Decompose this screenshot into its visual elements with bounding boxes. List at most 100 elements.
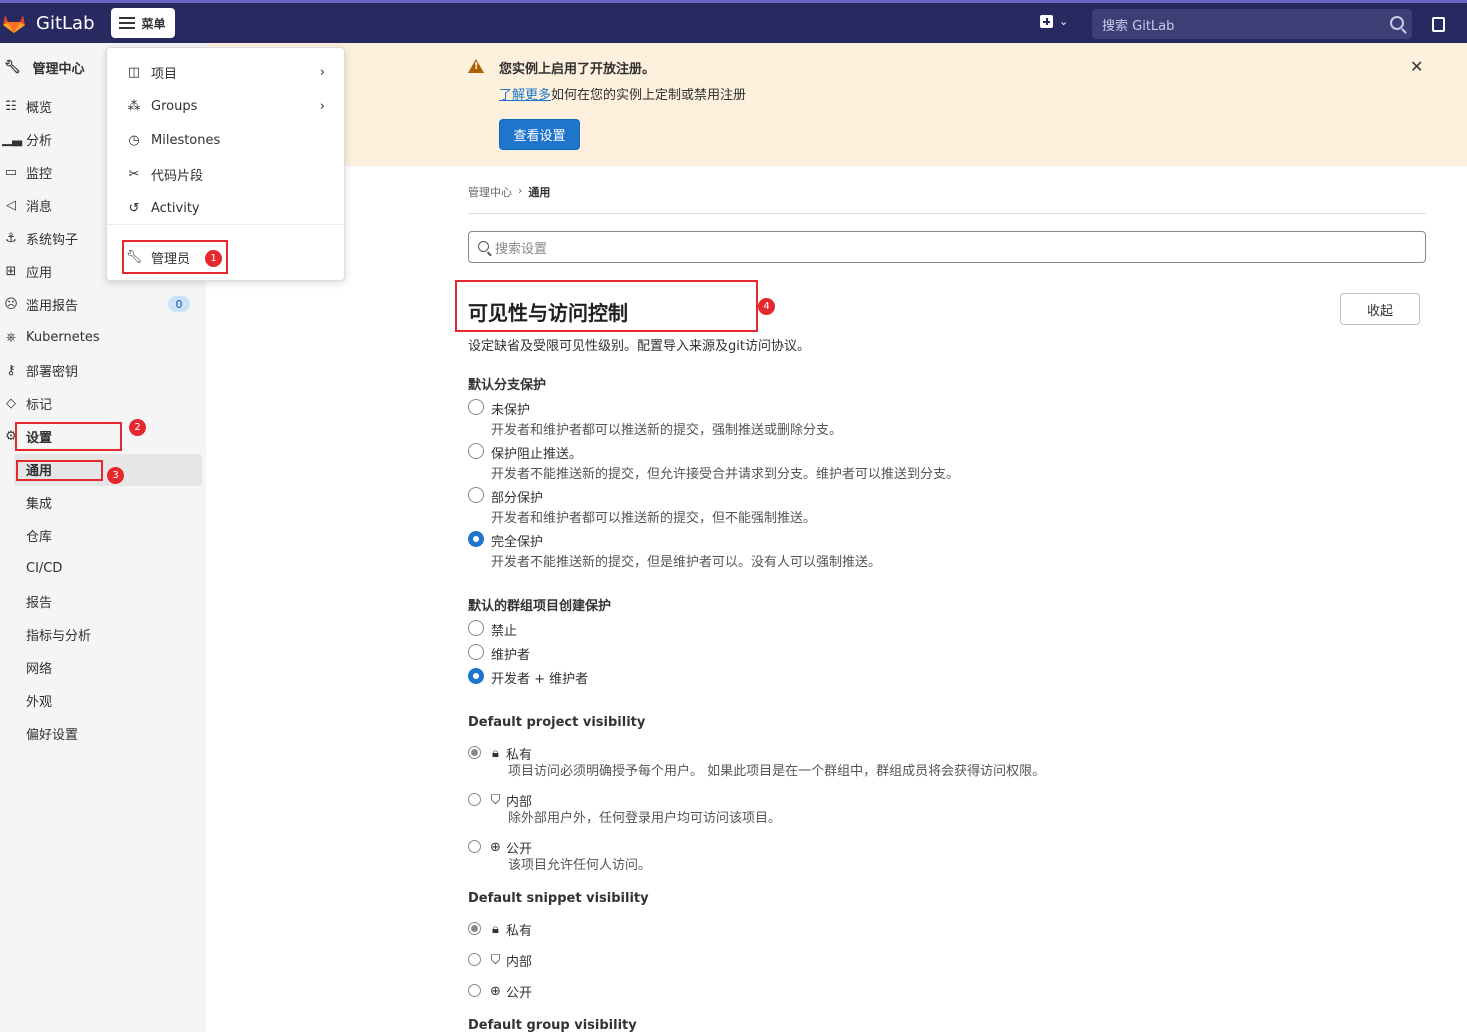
open-registration-alert: 您实例上启用了开放注册。 了解更多如何在您的实例上定制或禁用注册 查看设置 ✕ — [206, 43, 1467, 166]
option-help: 项目访问必须明确授予每个用户。 如果此项目是在一个群组中，群组成员将会获得访问权… — [508, 764, 1046, 779]
warning-icon — [468, 59, 484, 73]
option-text: 私有 — [506, 924, 533, 939]
sidebar-subitem-metrics[interactable]: 指标与分析 — [26, 620, 91, 648]
section-description: 设定缺省及受限可见性级别。配置导入来源及git访问协议。 — [468, 339, 810, 354]
monitor-icon: ▭ — [4, 164, 18, 180]
option-help: 除外部用户外，任何登录用户均可访问该项目。 — [508, 811, 782, 826]
option-label: 维护者 — [491, 648, 531, 663]
option-label: 完全保护 — [491, 535, 544, 550]
sidebar-subitem-network[interactable]: 网络 — [26, 653, 52, 681]
abuse-icon: ☹ — [4, 296, 18, 312]
sidebar-item-label: 应用 — [26, 265, 53, 281]
sidebar-item-deploy-keys[interactable]: ⚷ 部署密钥 — [0, 356, 206, 384]
chevron-down-icon: ⌄ — [1059, 15, 1069, 28]
top-navbar: GitLab 菜单 ⌄ 搜索 GitLab — [0, 0, 1467, 43]
lock-icon: 🔒︎ — [492, 922, 499, 937]
sidebar-item-label: 监控 — [26, 166, 53, 182]
annotation-box — [16, 460, 103, 481]
option-label: 禁止 — [491, 624, 518, 639]
radio-project-public[interactable] — [468, 840, 481, 853]
option-label: 未保护 — [491, 403, 531, 418]
option-label: 部分保护 — [491, 491, 544, 506]
annotation-box — [15, 422, 122, 451]
scissors-icon: ✂︎ — [128, 166, 140, 182]
overview-icon: ☷ — [5, 98, 17, 114]
chevron-right-icon: › — [319, 64, 325, 80]
view-settings-button[interactable]: 查看设置 — [499, 119, 580, 150]
radio-maintainers[interactable] — [468, 644, 484, 660]
app-name: GitLab — [36, 12, 95, 34]
collapse-button[interactable]: 收起 — [1340, 293, 1420, 325]
sidebar-item-label: 概览 — [26, 100, 53, 116]
chart-icon: ▁▃ — [2, 131, 22, 147]
global-search-input[interactable]: 搜索 GitLab — [1092, 9, 1412, 39]
group-icon: ⁂ — [127, 98, 141, 114]
radio-snippet-internal[interactable] — [468, 953, 481, 966]
search-settings-placeholder: 搜索设置 — [495, 241, 548, 257]
shield-icon: ⛉ — [490, 793, 501, 808]
history-icon: ↺ — [128, 200, 140, 216]
new-dropdown-button[interactable]: ⌄ — [1040, 15, 1068, 28]
branch-protection-label: 默认分支保护 — [468, 378, 547, 393]
option-label: ⊕ 公开 — [488, 982, 532, 1001]
tanuki-icon — [3, 15, 25, 33]
annotation-box — [455, 280, 758, 332]
gitlab-logo[interactable]: GitLab — [2, 12, 95, 34]
close-icon[interactable]: ✕ — [1410, 57, 1423, 76]
hook-icon: ⚓︎ — [5, 230, 17, 246]
menu-divider — [107, 224, 344, 225]
option-text: 公开 — [506, 986, 533, 1001]
key-icon: ⚷ — [6, 362, 16, 378]
sidebar-subitem-repository[interactable]: 仓库 — [26, 521, 52, 549]
menu-item-snippets[interactable]: ✂︎ 代码片段 — [125, 162, 325, 186]
todo-icon[interactable] — [1432, 17, 1445, 32]
menu-item-activity[interactable]: ↺ Activity — [125, 196, 325, 220]
option-help: 开发者和维护者都可以推送新的提交，强制推送或删除分支。 — [491, 423, 843, 438]
breadcrumb-parent[interactable]: 管理中心 — [468, 184, 512, 200]
sidebar-subitem-integrations[interactable]: 集成 — [26, 488, 52, 516]
breadcrumb-separator-icon: › — [518, 184, 523, 197]
sidebar-header[interactable]: 🔧︎ 管理中心 — [0, 55, 85, 79]
radio-project-internal[interactable] — [468, 793, 481, 806]
sidebar-subitem-reporting[interactable]: 报告 — [26, 587, 52, 615]
count-badge: 0 — [168, 296, 190, 312]
menu-item-label: Activity — [151, 200, 200, 216]
radio-protect-push[interactable] — [468, 443, 484, 459]
group-visibility-label: Default group visibility — [468, 1018, 637, 1033]
radio-full-protect[interactable] — [468, 531, 484, 547]
search-icon — [1390, 16, 1404, 30]
project-visibility-label: Default project visibility — [468, 715, 646, 730]
sidebar-item-labels[interactable]: ◇ 标记 — [0, 389, 206, 417]
radio-snippet-private[interactable] — [468, 922, 481, 935]
menu-item-projects[interactable]: ◫ 项目 › — [125, 60, 325, 84]
radio-unprotected[interactable] — [468, 399, 484, 415]
menu-item-milestones[interactable]: ◷ Milestones — [125, 128, 325, 152]
wrench-icon: 🔧︎ — [4, 59, 21, 75]
learn-more-link[interactable]: 了解更多 — [499, 88, 551, 103]
radio-partial-protect[interactable] — [468, 487, 484, 503]
sidebar-subitem-preferences[interactable]: 偏好设置 — [26, 719, 78, 747]
search-settings-input[interactable]: 搜索设置 — [468, 231, 1426, 263]
sidebar-item-label: 系统钩子 — [26, 232, 79, 248]
menu-item-label: 项目 — [151, 66, 178, 82]
sidebar-item-label: 分析 — [26, 133, 53, 149]
breadcrumb-current: 通用 — [528, 186, 551, 199]
plus-square-icon — [1040, 15, 1053, 28]
sidebar-item-label: 标记 — [26, 397, 53, 413]
alert-body: 了解更多如何在您的实例上定制或禁用注册 — [499, 84, 746, 103]
option-help: 该项目允许任何人访问。 — [508, 858, 652, 873]
menu-item-groups[interactable]: ⁂ Groups › — [125, 94, 326, 118]
menu-item-label: Milestones — [151, 132, 221, 148]
radio-snippet-public[interactable] — [468, 984, 481, 997]
sidebar-item-abuse-reports[interactable]: ☹ 滥用报告 0 — [0, 290, 206, 318]
sidebar-subitem-cicd[interactable]: CI/CD — [26, 554, 62, 582]
group-creation-label: 默认的群组项目创建保护 — [468, 599, 612, 614]
sidebar-subitem-appearance[interactable]: 外观 — [26, 686, 52, 714]
radio-no-one[interactable] — [468, 620, 484, 636]
radio-developers-maintainers[interactable] — [468, 668, 484, 684]
sidebar-item-kubernetes[interactable]: ⎈ Kubernetes — [0, 323, 206, 351]
apps-icon: ⊞ — [5, 263, 17, 279]
annotation-number: 1 — [205, 250, 222, 267]
radio-project-private[interactable] — [468, 746, 481, 759]
menu-button[interactable]: 菜单 — [110, 8, 175, 38]
